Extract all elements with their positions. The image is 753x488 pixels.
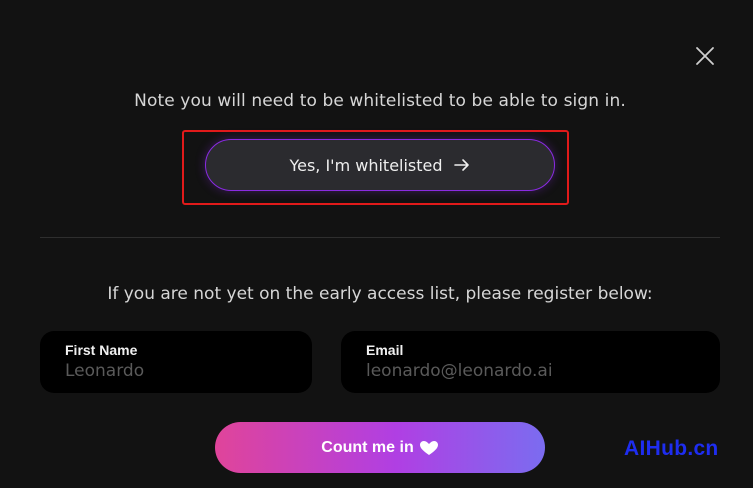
divider — [40, 237, 720, 238]
email-input[interactable] — [366, 361, 695, 381]
close-icon — [692, 43, 718, 69]
first-name-label: First Name — [65, 342, 138, 358]
whitelist-note: Note you will need to be whitelisted to … — [134, 91, 626, 111]
first-name-input[interactable] — [65, 361, 287, 381]
register-prompt: If you are not yet on the early access l… — [107, 284, 653, 304]
first-name-field: First Name — [40, 331, 312, 393]
email-field: Email — [341, 331, 720, 393]
whitelisted-button[interactable]: Yes, I'm whitelisted — [205, 139, 555, 191]
close-button[interactable] — [692, 43, 718, 69]
email-label: Email — [366, 342, 404, 358]
count-me-in-label: Count me in — [321, 438, 414, 456]
watermark: AIHub.cn — [624, 437, 719, 460]
heart-icon — [419, 440, 439, 456]
arrow-right-icon — [453, 157, 471, 173]
count-me-in-button[interactable]: Count me in — [215, 422, 545, 473]
whitelisted-button-label: Yes, I'm whitelisted — [289, 155, 443, 175]
